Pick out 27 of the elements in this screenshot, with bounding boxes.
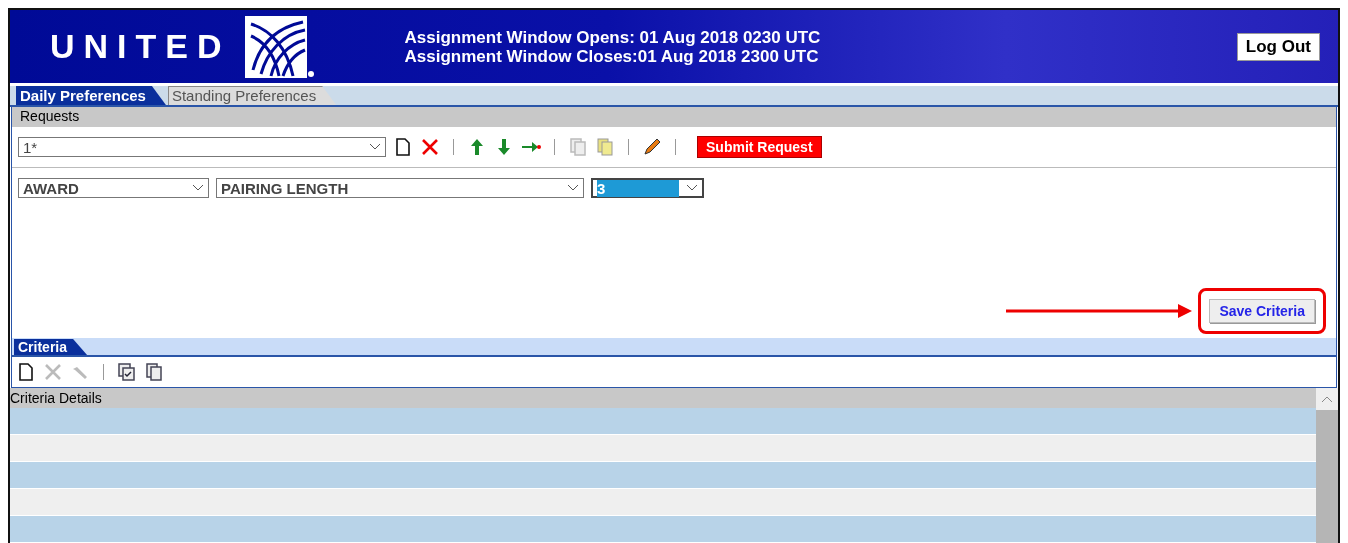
tab[interactable]: Criteria: [14, 339, 88, 355]
chevron-icon: [567, 184, 579, 192]
save-criteria-button[interactable]: Save Criteria: [1209, 299, 1315, 323]
new-document-icon[interactable]: [16, 362, 36, 382]
chevron-icon: [192, 184, 204, 192]
delete-icon[interactable]: [420, 137, 440, 157]
criteria-select[interactable]: PAIRING LENGTH: [216, 178, 584, 198]
logo-text: UNITED: [50, 27, 231, 66]
pencil-icon[interactable]: [642, 137, 662, 157]
tab[interactable]: Daily Preferences: [16, 86, 166, 105]
tab[interactable]: Standing Preferences: [167, 86, 337, 105]
request-select[interactable]: 1*: [18, 137, 386, 157]
copy-icon[interactable]: [144, 362, 164, 382]
logout-button[interactable]: Log Out: [1236, 32, 1320, 61]
criteria-select[interactable]: AWARD: [18, 178, 209, 198]
copy-check-icon[interactable]: [117, 362, 137, 382]
window-opens-text: Assignment Window Opens: 01 Aug 2018 0230 UTC: [404, 27, 821, 47]
chevron-icon: [369, 143, 381, 151]
chevron-icon: [686, 184, 698, 192]
section-title: Requests: [12, 107, 1336, 127]
new-document-icon[interactable]: [393, 137, 413, 157]
table-header: Criteria Details: [10, 388, 1316, 408]
globe-logo-icon: [244, 15, 315, 78]
submit-request-button[interactable]: Submit Request: [697, 136, 822, 158]
paste-icon[interactable]: [595, 137, 615, 157]
window-closes-text: Assignment Window Closes:01 Aug 2018 2300 UTC: [404, 46, 820, 66]
scroll-up-icon: [1321, 395, 1333, 403]
